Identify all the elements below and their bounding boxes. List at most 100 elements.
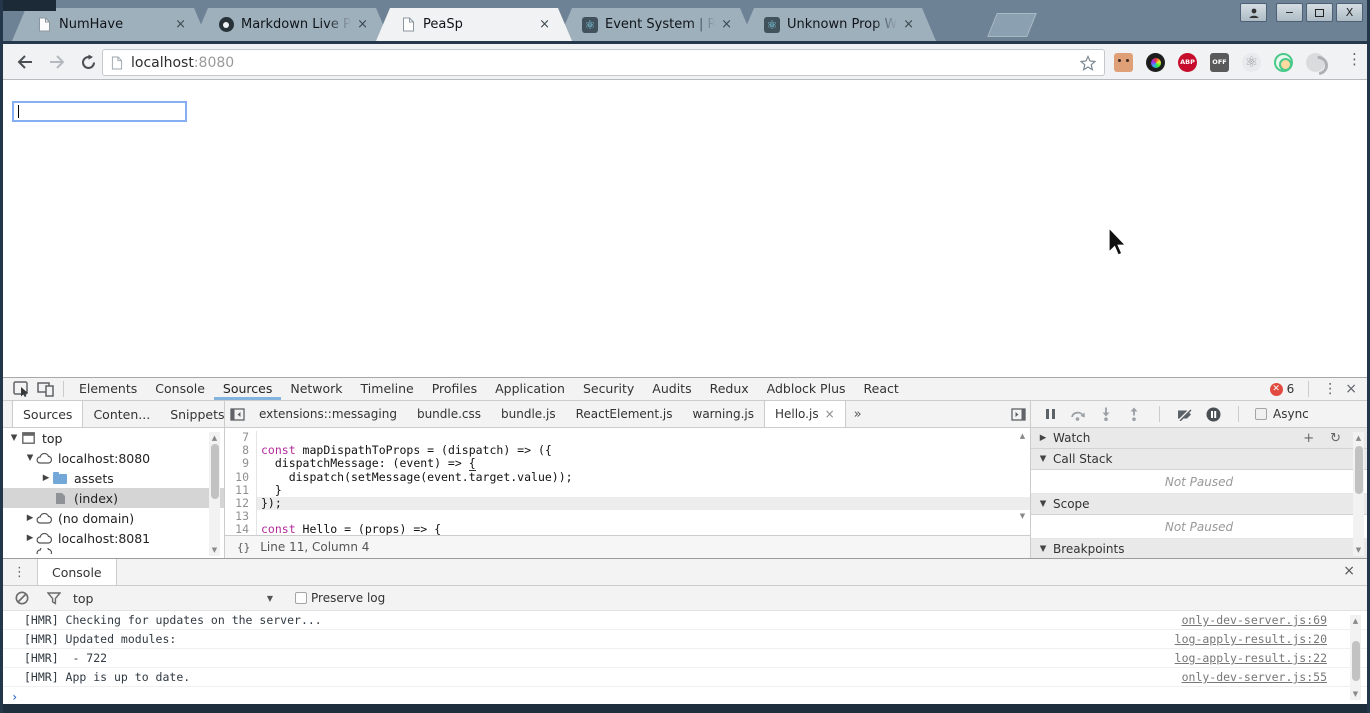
scope-section-header[interactable]: ▼ Scope: [1031, 494, 1367, 515]
expand-arrow-icon[interactable]: ▼: [25, 453, 35, 463]
scroll-down-icon[interactable]: ▼: [1350, 690, 1361, 698]
source-code[interactable]: 7 8 const mapDispathToProps = (dispatch) …: [225, 429, 1030, 535]
close-window-button[interactable]: X: [1336, 3, 1363, 22]
watch-section-header[interactable]: ▶ Watch + ↻: [1031, 428, 1367, 449]
tab-close-icon[interactable]: ×: [897, 17, 914, 32]
debugger-scrollbar[interactable]: ▲ ▼: [1353, 432, 1364, 556]
error-count-badge[interactable]: ✕ 6: [1269, 382, 1294, 396]
console-scrollbar[interactable]: ▲ ▼: [1350, 615, 1361, 700]
expand-arrow-icon[interactable]: ▼: [1037, 454, 1049, 464]
filter-icon[interactable]: [45, 589, 63, 607]
source-link[interactable]: only-dev-server.js:55: [1182, 670, 1327, 684]
scroll-up-icon[interactable]: ▲: [209, 434, 220, 442]
scroll-up-icon[interactable]: ▲: [1353, 434, 1364, 442]
tab-close-icon[interactable]: ×: [533, 17, 550, 32]
tree-item-clipped[interactable]: [3, 548, 224, 554]
extension-color-picker-icon[interactable]: [1146, 53, 1165, 72]
devtools-tab-elements[interactable]: Elements: [70, 378, 146, 400]
scroll-up-icon[interactable]: ▲: [1017, 432, 1028, 440]
breakpoints-section-header[interactable]: ▼ Breakpoints: [1031, 539, 1367, 558]
devtools-tab-audits[interactable]: Audits: [643, 378, 700, 400]
expand-arrow-icon[interactable]: ▶: [1037, 433, 1049, 443]
new-tab-button[interactable]: [987, 13, 1037, 37]
navigator-scrollbar[interactable]: ▲ ▼: [209, 432, 220, 556]
browser-tab-peasp-active[interactable]: PeaSp ×: [376, 8, 572, 41]
pause-icon[interactable]: [1041, 405, 1059, 423]
forward-button[interactable]: [44, 49, 70, 75]
reload-button[interactable]: [75, 49, 101, 75]
deactivate-breakpoints-icon[interactable]: [1176, 405, 1194, 423]
inspect-element-icon[interactable]: [9, 378, 33, 400]
execution-context-selector[interactable]: top ▼: [73, 591, 273, 606]
extension-target-icon[interactable]: [1274, 53, 1293, 72]
editor-tab-warning-js[interactable]: warning.js: [683, 407, 764, 421]
tree-item-assets[interactable]: ▶ assets: [3, 468, 224, 488]
step-into-icon[interactable]: [1097, 405, 1115, 423]
pause-on-exceptions-icon[interactable]: [1204, 405, 1222, 423]
source-link[interactable]: log-apply-result.js:22: [1175, 651, 1327, 665]
devtools-tab-adblock-plus[interactable]: Adblock Plus: [758, 378, 855, 400]
profile-button[interactable]: [1240, 3, 1267, 22]
scrollbar-thumb[interactable]: [1351, 641, 1360, 681]
bookmark-star-icon[interactable]: [1080, 54, 1096, 71]
devtools-tab-sources[interactable]: Sources: [213, 378, 282, 400]
url-bar[interactable]: localhost:8080: [102, 49, 1105, 76]
tab-close-icon[interactable]: ×: [169, 17, 186, 32]
expand-arrow-icon[interactable]: ▼: [9, 433, 19, 443]
show-debugger-panel-icon[interactable]: [1006, 407, 1030, 421]
back-button[interactable]: [12, 49, 38, 75]
browser-tab-numhave[interactable]: NumHave ×: [12, 8, 208, 41]
tree-item-top[interactable]: ▼ top: [3, 428, 224, 448]
editor-tab-bundle-css[interactable]: bundle.css: [407, 407, 491, 421]
browser-menu-icon[interactable]: ⋮: [1347, 50, 1362, 68]
clear-console-icon[interactable]: [13, 589, 31, 607]
scroll-down-icon[interactable]: ▼: [1017, 512, 1028, 520]
nav-tab-snippets[interactable]: Snippets: [160, 401, 224, 427]
devtools-tab-security[interactable]: Security: [574, 378, 643, 400]
devtools-close-icon[interactable]: ×: [1345, 381, 1357, 397]
tab-close-icon[interactable]: ×: [825, 407, 835, 421]
expand-arrow-icon[interactable]: ▼: [1037, 499, 1049, 509]
tab-close-icon[interactable]: ×: [351, 17, 368, 32]
devtools-tab-redux[interactable]: Redux: [701, 378, 758, 400]
tree-item-no-domain[interactable]: ▶ (no domain): [3, 508, 224, 528]
devtools-menu-icon[interactable]: ⋮: [1323, 381, 1337, 397]
editor-tab-reactelement-js[interactable]: ReactElement.js: [566, 407, 683, 421]
pretty-print-icon[interactable]: {}: [225, 541, 260, 554]
expand-arrow-icon[interactable]: ▼: [1037, 544, 1049, 554]
extension-face-icon[interactable]: [1114, 53, 1133, 72]
more-tabs-icon[interactable]: »: [846, 407, 870, 422]
editor-tab-extensions-messaging[interactable]: extensions::messaging: [249, 407, 407, 421]
expand-arrow-icon[interactable]: ▶: [25, 513, 35, 523]
async-checkbox[interactable]: [1255, 408, 1267, 420]
device-toolbar-icon[interactable]: [33, 378, 57, 400]
preserve-log-checkbox[interactable]: [295, 592, 307, 604]
message-input[interactable]: [12, 101, 187, 122]
close-drawer-icon[interactable]: ×: [1343, 563, 1355, 579]
source-link[interactable]: log-apply-result.js:20: [1175, 632, 1327, 646]
scrollbar-thumb[interactable]: [210, 444, 219, 499]
drawer-menu-icon[interactable]: ⋮: [3, 565, 37, 580]
devtools-tab-profiles[interactable]: Profiles: [423, 378, 486, 400]
devtools-tab-timeline[interactable]: Timeline: [352, 378, 423, 400]
editor-tab-bundle-js[interactable]: bundle.js: [491, 407, 566, 421]
tree-item-index-selected[interactable]: (index): [3, 488, 224, 508]
tab-close-icon[interactable]: ×: [715, 17, 732, 32]
scroll-down-icon[interactable]: ▼: [1353, 546, 1364, 554]
call-stack-section-header[interactable]: ▼ Call Stack: [1031, 449, 1367, 470]
scroll-down-icon[interactable]: ▼: [209, 546, 220, 554]
nav-tab-content-scripts[interactable]: Conten...: [83, 401, 160, 427]
extension-react-icon[interactable]: ⚛: [1242, 53, 1261, 72]
console-drawer-tab[interactable]: Console: [37, 559, 117, 585]
scrollbar-thumb[interactable]: [1354, 446, 1363, 494]
extension-swirl-icon[interactable]: [1306, 53, 1325, 72]
browser-tab-event-system[interactable]: ⚛ Event System | Rea ×: [558, 8, 754, 41]
step-out-icon[interactable]: [1125, 405, 1143, 423]
add-watch-icon[interactable]: +: [1303, 431, 1314, 446]
maximize-button[interactable]: [1306, 3, 1333, 22]
source-link[interactable]: only-dev-server.js:69: [1182, 613, 1327, 627]
scroll-up-icon[interactable]: ▲: [1350, 617, 1361, 625]
editor-tab-hello-js-active[interactable]: Hello.js ×: [763, 401, 846, 427]
hide-navigator-icon[interactable]: [225, 407, 249, 421]
tree-item-localhost-8080[interactable]: ▼ localhost:8080: [3, 448, 224, 468]
